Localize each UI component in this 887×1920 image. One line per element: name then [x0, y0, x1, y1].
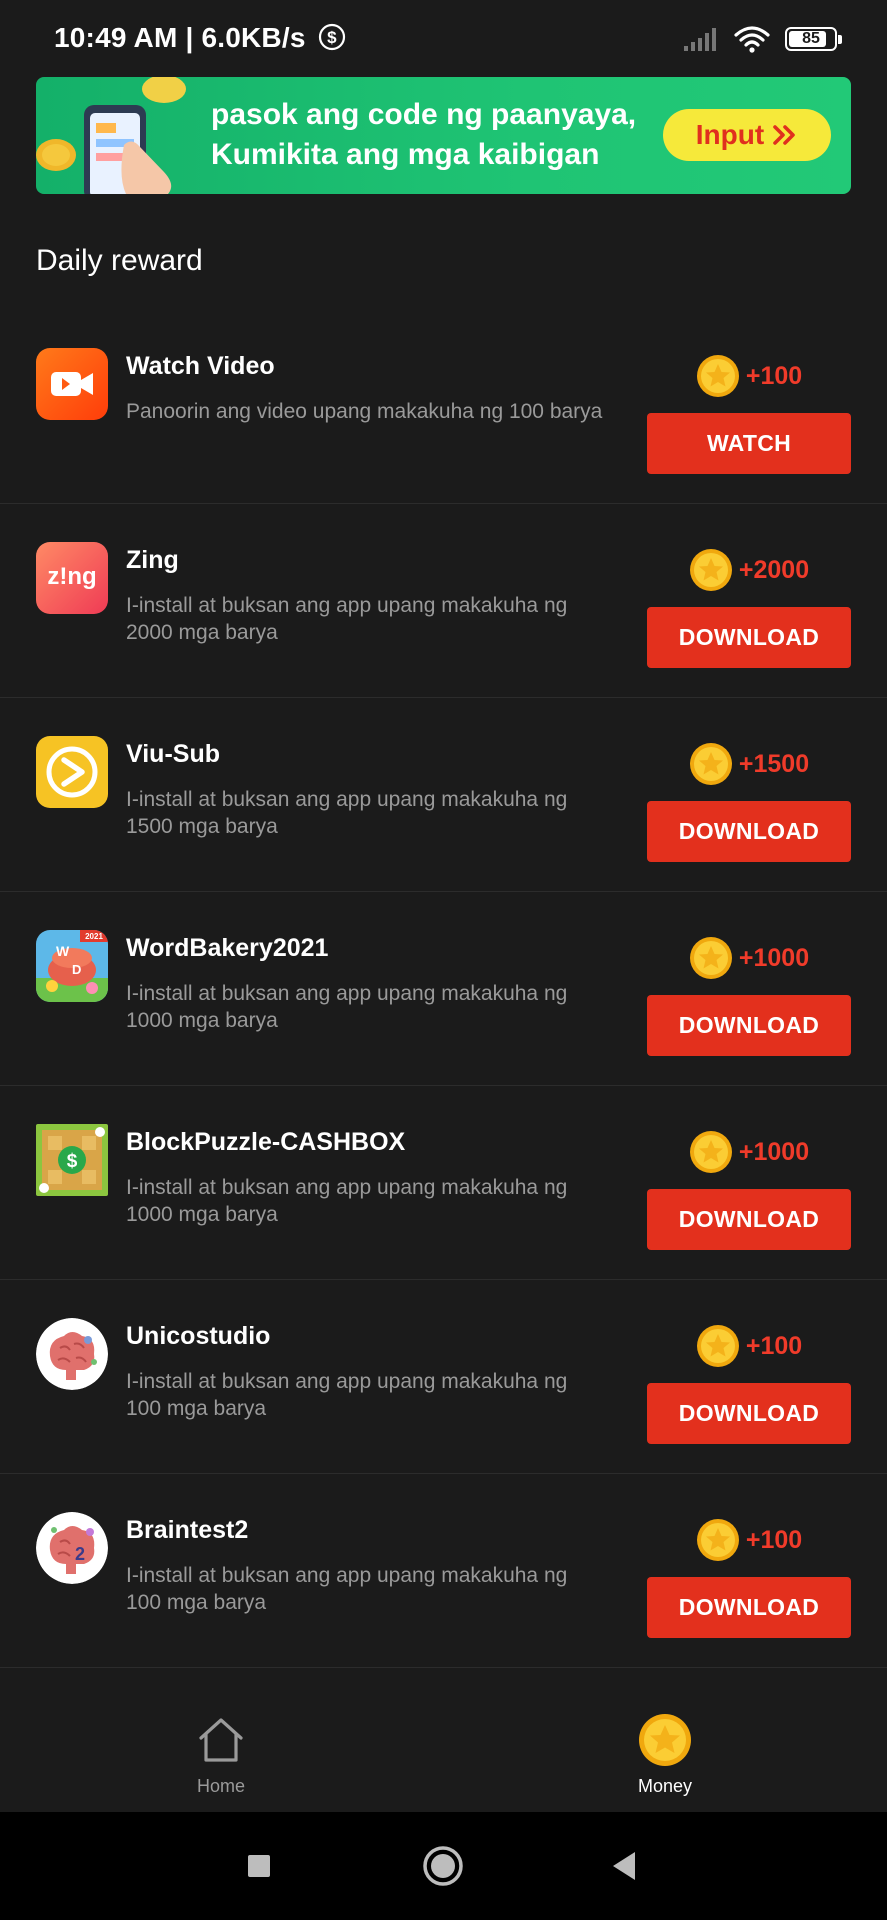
app-description: I-install at buksan ang app upang makaku… [126, 594, 568, 644]
recents-square-icon[interactable] [237, 1844, 281, 1888]
reward-value: +100 [745, 1331, 803, 1360]
banner-text: pasok ang code ng paanyaya, Kumikita ang… [211, 95, 636, 175]
zing-app-icon[interactable]: z!ng [36, 542, 108, 614]
app-name: Viu-Sub [126, 740, 220, 768]
reward-value: +2000 [738, 555, 810, 584]
svg-text:W: W [56, 943, 70, 959]
status-time-speed: 10:49 AM | 6.0KB/s $ [54, 22, 346, 54]
coin-icon [689, 1131, 732, 1173]
nav-money[interactable]: Money [605, 1712, 725, 1797]
svg-text:$: $ [67, 1151, 78, 1172]
reward-row-blockpuzzle: $ BlockPuzzle-CASHBOX I-install at buksa… [0, 1086, 887, 1280]
blockpuzzle-app-icon[interactable]: $ [36, 1124, 108, 1196]
signal-icon [684, 28, 716, 51]
coin-icon [689, 743, 732, 785]
app-name: Zing [126, 546, 179, 574]
download-button[interactable]: DOWNLOAD [647, 1383, 851, 1444]
wordbakery-app-icon[interactable]: 2021 W D [36, 930, 108, 1002]
reward-row-braintest2: 2 Braintest2 I-install at buksan ang app… [0, 1474, 887, 1668]
wifi-icon [734, 26, 770, 53]
dollar-notification-icon: $ [318, 23, 345, 51]
download-button[interactable]: DOWNLOAD [647, 607, 851, 668]
app-description: Panoorin ang video upang makakuha ng 100… [126, 400, 603, 423]
phone-hand-illustration-icon [36, 77, 186, 194]
reward-row-unicostudio: Unicostudio I-install at buksan ang app … [0, 1280, 887, 1474]
app-description: I-install at buksan ang app upang makaku… [126, 982, 568, 1032]
status-time-text: 10:49 AM | 6.0KB/s [54, 22, 306, 53]
battery-icon: 85 [785, 27, 842, 51]
section-title: Daily reward [36, 244, 203, 277]
reward-amount: +1000 [647, 1128, 851, 1176]
coin-icon [689, 937, 732, 979]
home-circle-icon[interactable] [421, 1844, 465, 1888]
download-button[interactable]: DOWNLOAD [647, 995, 851, 1056]
app-description: I-install at buksan ang app upang makaku… [126, 1564, 568, 1614]
app-name: Watch Video [126, 352, 275, 380]
svg-text:$: $ [327, 28, 337, 47]
reward-row-zing: z!ng Zing I-install at buksan ang app up… [0, 504, 887, 698]
svg-text:2021: 2021 [85, 932, 103, 941]
brain-app-icon[interactable]: 2 [36, 1512, 108, 1584]
viu-app-icon[interactable] [36, 736, 108, 808]
reward-amount: +1000 [647, 934, 851, 982]
svg-text:D: D [72, 962, 81, 977]
reward-list: Watch Video Panoorin ang video upang mak… [0, 310, 887, 1668]
double-chevron-right-icon [773, 125, 796, 145]
watch-button[interactable]: WATCH [647, 413, 851, 474]
brain-app-icon[interactable] [36, 1318, 108, 1390]
banner-line-2: Kumikita ang mga kaibigan [211, 138, 600, 171]
app-description: I-install at buksan ang app upang makaku… [126, 1370, 568, 1420]
coin-icon [639, 1714, 691, 1766]
reward-amount: +1500 [647, 740, 851, 788]
svg-text:z!ng: z!ng [47, 563, 96, 590]
reward-amount: +100 [647, 1516, 851, 1564]
coin-icon [689, 549, 732, 591]
svg-text:2: 2 [75, 1544, 85, 1564]
system-nav-bar [0, 1812, 887, 1920]
nav-home-label: Home [196, 1776, 245, 1796]
coin-icon [696, 355, 739, 397]
reward-value: +1000 [738, 943, 810, 972]
reward-amount: +100 [647, 1322, 851, 1370]
home-icon [199, 1718, 243, 1762]
reward-value: +1000 [738, 1137, 810, 1166]
app-description: I-install at buksan ang app upang makaku… [126, 1176, 568, 1226]
app-description: I-install at buksan ang app upang makaku… [126, 788, 568, 838]
reward-value: +100 [745, 361, 803, 390]
banner-line-1: pasok ang code ng paanyaya, [211, 98, 637, 131]
input-button-label: Input [695, 119, 765, 150]
download-button[interactable]: DOWNLOAD [647, 1577, 851, 1638]
status-icons: 85 [683, 22, 842, 56]
reward-amount: +2000 [647, 546, 851, 594]
status-bar: 10:49 AM | 6.0KB/s $ 85 [0, 0, 887, 76]
reward-row-watch-video: Watch Video Panoorin ang video upang mak… [0, 310, 887, 504]
download-button[interactable]: DOWNLOAD [647, 1189, 851, 1250]
nav-home[interactable]: Home [161, 1712, 281, 1797]
input-code-button[interactable]: Input [663, 109, 831, 161]
app-name: Braintest2 [126, 1516, 249, 1544]
bottom-nav: Home Money [0, 1672, 887, 1812]
app-name: BlockPuzzle-CASHBOX [126, 1128, 406, 1156]
coin-icon [696, 1519, 739, 1561]
invite-code-banner[interactable]: pasok ang code ng paanyaya, Kumikita ang… [36, 77, 851, 194]
reward-row-wordbakery: 2021 W D WordBakery2021 I-install at buk… [0, 892, 887, 1086]
reward-value: +1500 [738, 749, 810, 778]
reward-amount: +100 [647, 352, 851, 400]
back-triangle-icon[interactable] [603, 1844, 647, 1888]
coin-icon [696, 1325, 739, 1367]
reward-value: +100 [745, 1525, 803, 1554]
battery-level-text: 85 [802, 30, 820, 47]
download-button[interactable]: DOWNLOAD [647, 801, 851, 862]
video-camera-icon[interactable] [36, 348, 108, 420]
reward-row-viu-sub: Viu-Sub I-install at buksan ang app upan… [0, 698, 887, 892]
app-name: WordBakery2021 [126, 934, 329, 962]
nav-money-label: Money [637, 1776, 693, 1796]
app-name: Unicostudio [126, 1322, 271, 1350]
